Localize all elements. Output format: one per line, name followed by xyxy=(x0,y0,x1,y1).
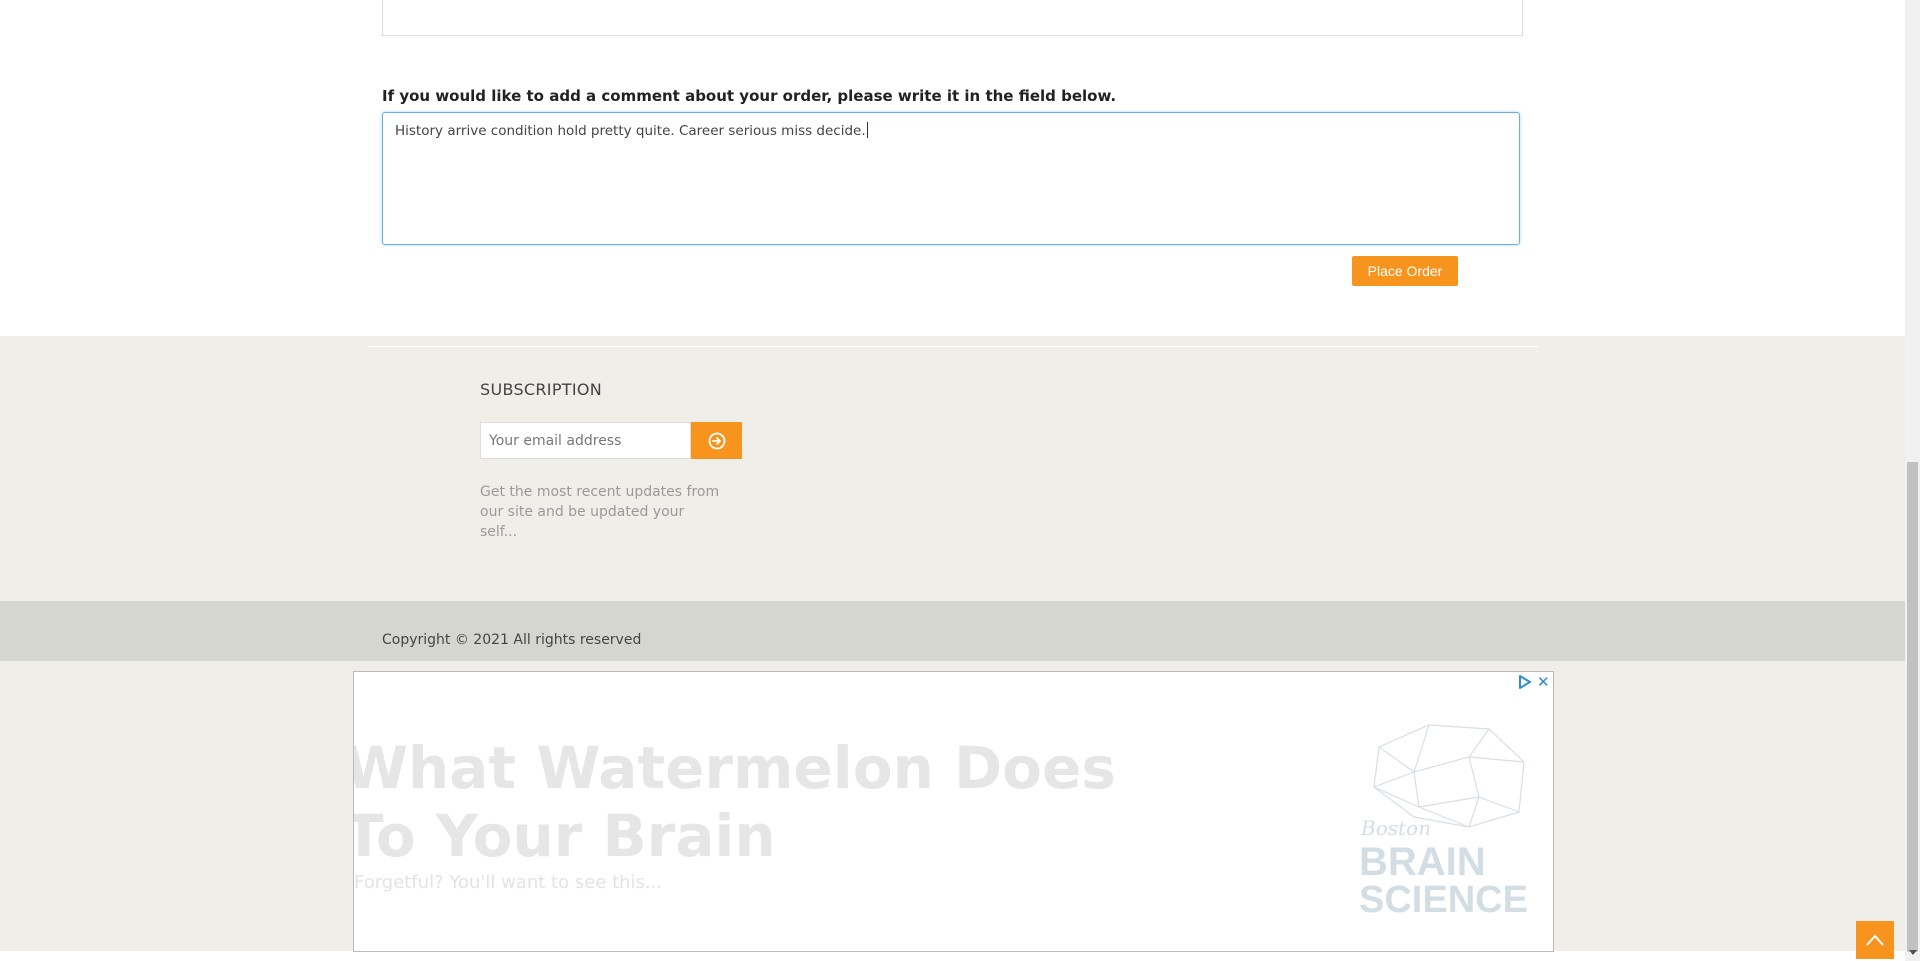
ad-headline-line1: What Watermelon Does xyxy=(353,734,1116,802)
order-summary-box-bottom xyxy=(382,0,1523,36)
subscribe-button[interactable] xyxy=(691,422,742,459)
ad-headline[interactable]: What Watermelon Does To Your Brain xyxy=(353,734,1116,870)
back-to-top-button[interactable] xyxy=(1856,921,1894,959)
order-comment-label: If you would like to add a comment about… xyxy=(382,87,1117,105)
arrow-circle-right-icon xyxy=(708,432,725,449)
order-comment-textarea[interactable]: History arrive condition hold pretty qui… xyxy=(382,112,1520,245)
subscription-title: SUBSCRIPTION xyxy=(480,380,603,399)
subscription-email-input[interactable]: Your email address xyxy=(480,422,691,459)
ad-headline-line2: To Your Brain xyxy=(353,802,776,870)
copyright-text: Copyright © 2021 All rights reserved xyxy=(382,632,642,648)
scroll-down-arrow-icon[interactable] xyxy=(1909,950,1917,955)
adchoices-icon[interactable] xyxy=(1518,675,1532,689)
ad-logo-word-3: SCIENCE xyxy=(1359,879,1528,917)
text-caret xyxy=(866,122,868,138)
copyright-bar: Copyright © 2021 All rights reserved xyxy=(0,601,1905,661)
ad-subtext: Forgetful? You'll want to see this... xyxy=(354,872,663,893)
close-icon[interactable]: ✕ xyxy=(1537,674,1550,690)
chevron-up-icon xyxy=(1866,934,1884,946)
ad-banner[interactable]: What Watermelon Does To Your Brain Forge… xyxy=(353,671,1554,952)
subscription-description: Get the most recent updates from our sit… xyxy=(480,484,720,540)
ad-logo-word-2: BRAIN xyxy=(1359,840,1486,884)
footer: SUBSCRIPTION Your email address Get the … xyxy=(0,336,1905,601)
page: If you would like to add a comment about… xyxy=(0,0,1905,961)
ad-brand-logo[interactable]: Boston BRAIN SCIENCE xyxy=(1359,717,1549,917)
order-comment-text: History arrive condition hold pretty qui… xyxy=(395,123,866,139)
place-order-button[interactable]: Place Order xyxy=(1352,256,1458,286)
footer-divider xyxy=(367,346,1538,347)
vertical-scrollbar[interactable] xyxy=(1905,0,1920,961)
scrollbar-thumb[interactable] xyxy=(1907,462,1918,952)
ad-logo-word-1: Boston xyxy=(1360,816,1431,840)
